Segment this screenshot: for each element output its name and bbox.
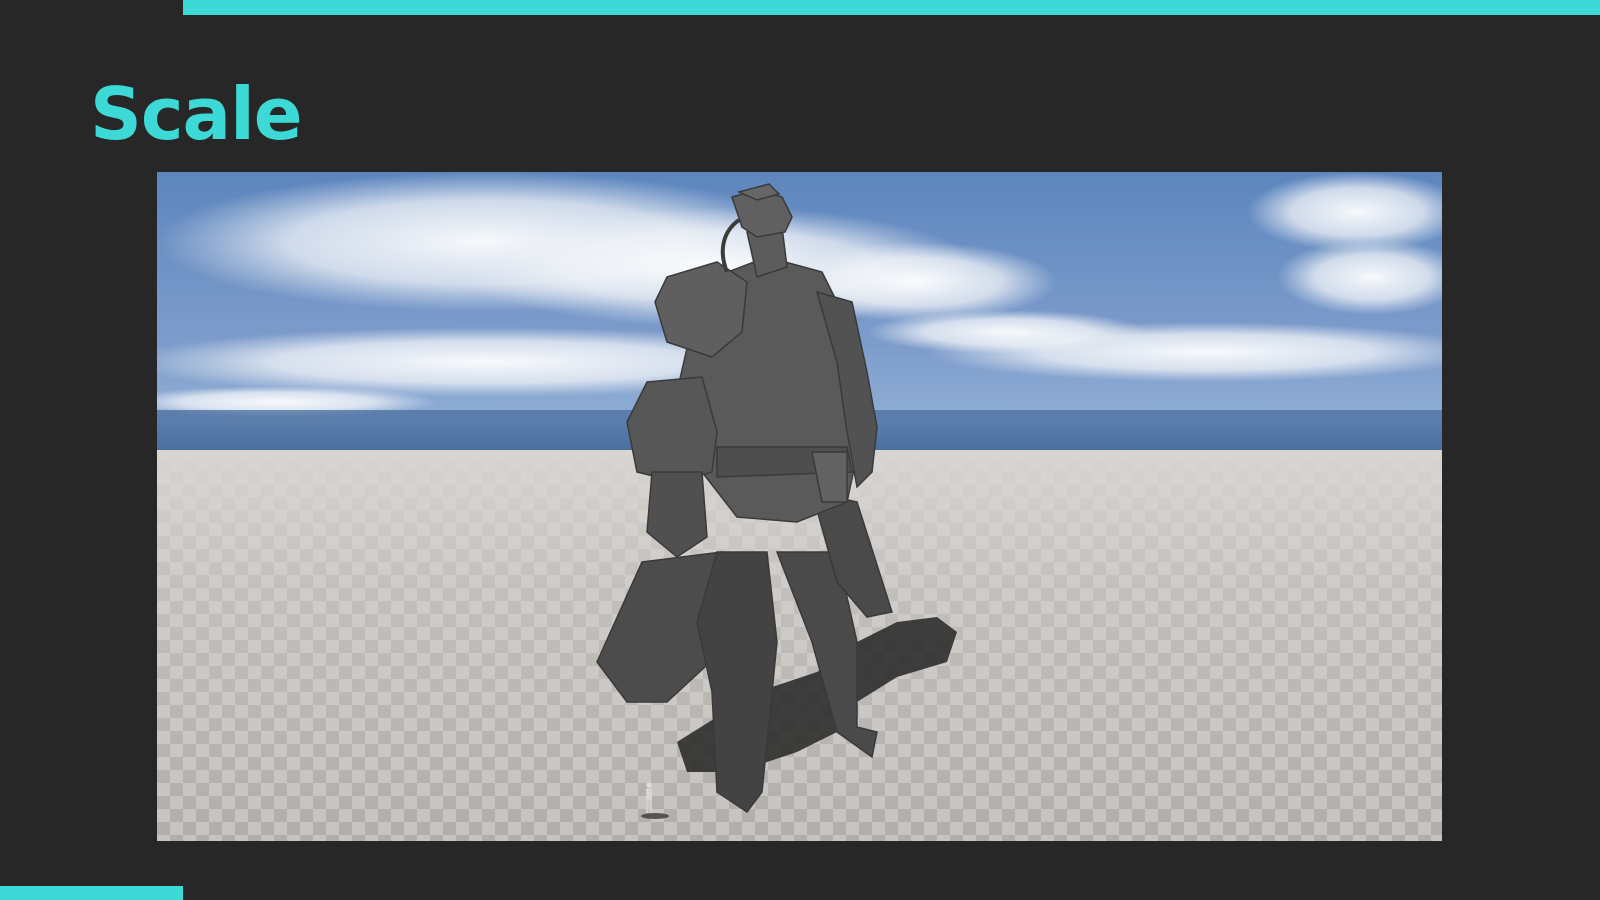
render-scene [157,172,1442,841]
scale-comparison-image [157,172,1442,841]
slide-title: Scale [90,72,303,156]
top-accent-bar [183,0,1600,15]
bottom-accent-bar [0,886,183,900]
slide: Scale [0,0,1600,900]
